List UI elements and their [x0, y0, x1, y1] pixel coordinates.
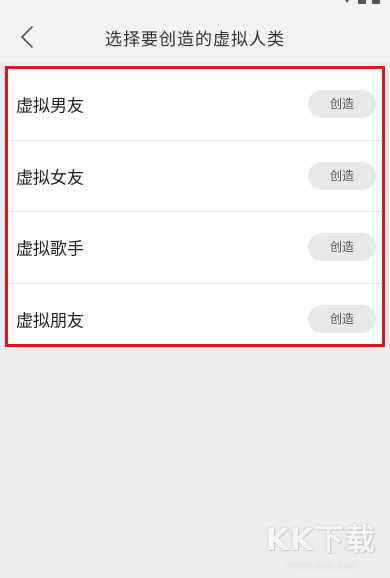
create-button[interactable]: 创造 [308, 161, 376, 190]
watermark: KK下载 www.kkx.net [265, 523, 377, 573]
watermark-logo: KK下载 [265, 523, 376, 558]
list-item-label: 虚拟女友 [16, 168, 84, 189]
list-item: 虚拟歌手 创造 [8, 212, 382, 284]
page-title: 选择要创造的虚拟人类 [105, 30, 285, 50]
status-bar [0, 0, 390, 12]
sim-icon [358, 0, 366, 4]
list-item: 虚拟男友 创造 [8, 69, 382, 141]
list-item-label: 虚拟朋友 [16, 311, 84, 332]
create-button[interactable]: 创造 [308, 305, 376, 334]
watermark-url: www.kkx.net [285, 559, 356, 572]
list-item: 虚拟女友 创造 [8, 141, 382, 212]
battery-icon [372, 0, 380, 4]
list-item: 虚拟朋友 创造 [8, 284, 382, 356]
status-icons [342, 0, 380, 4]
create-button[interactable]: 创造 [308, 233, 376, 262]
virtual-human-list: 虚拟男友 创造 虚拟女友 创造 虚拟歌手 创造 虚拟朋友 创造 [5, 66, 385, 347]
header: 选择要创造的虚拟人类 [0, 12, 390, 62]
wifi-icon [342, 0, 352, 3]
list-item-label: 虚拟歌手 [16, 239, 84, 260]
list-item-label: 虚拟男友 [16, 96, 84, 117]
create-button[interactable]: 创造 [308, 90, 376, 119]
